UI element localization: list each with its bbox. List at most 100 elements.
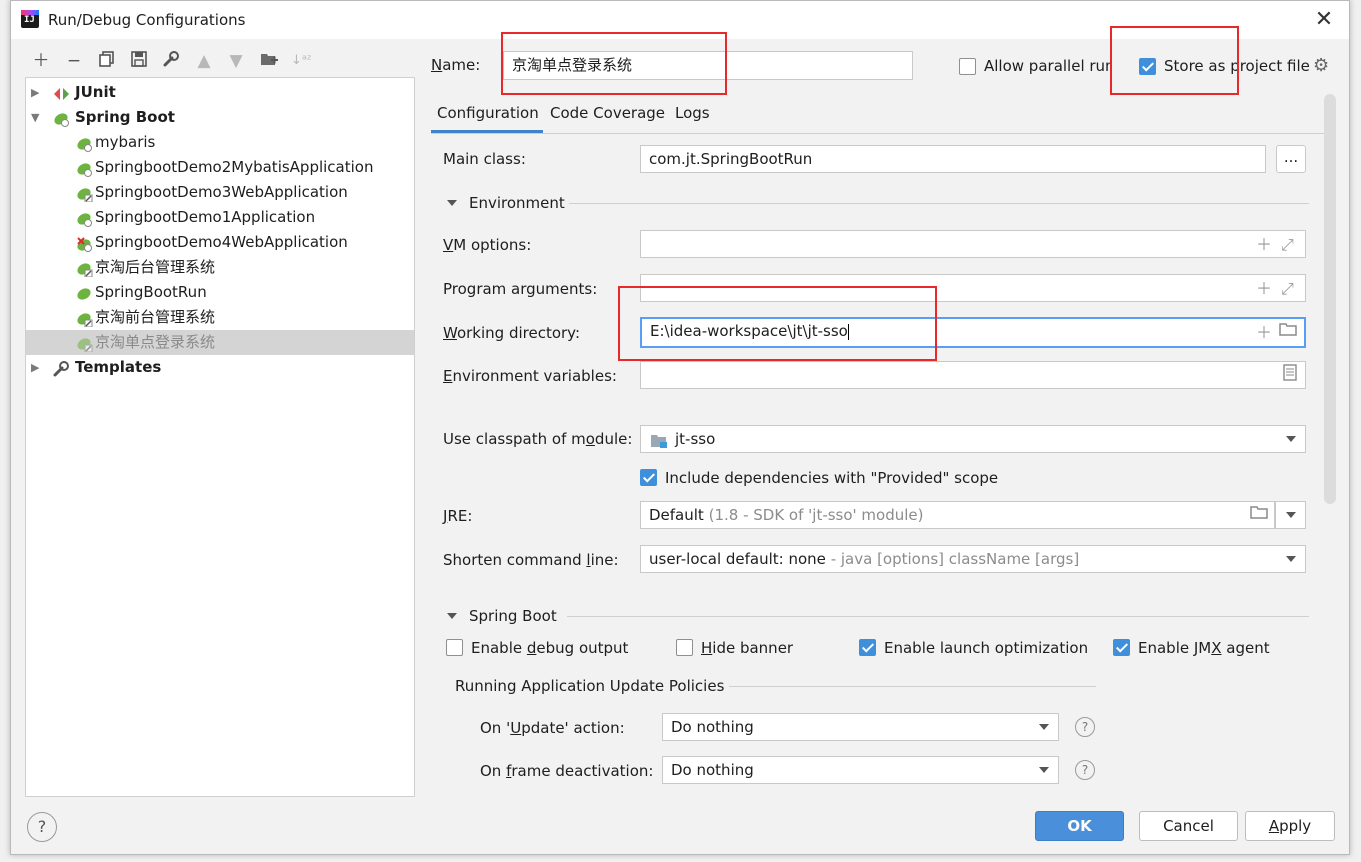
- tab-logs[interactable]: Logs: [675, 101, 710, 133]
- main-class-input[interactable]: com.jt.SpringBootRun: [640, 145, 1266, 173]
- help-icon[interactable]: ?: [1075, 717, 1095, 737]
- launch-optimization-label: Enable launch optimization: [884, 639, 1089, 657]
- vm-options-label: VM options:: [443, 236, 532, 254]
- classpath-value: jt-sso: [675, 430, 716, 448]
- run-debug-dialog: IJ Run/Debug Configurations ✕ ＋ − ▲ ▼ ↓ᵃ…: [10, 0, 1350, 855]
- update-action-label: On 'Update' action:: [480, 719, 625, 737]
- env-vars-input[interactable]: [640, 361, 1306, 389]
- tree-item-label: 京淘后台管理系统: [95, 258, 216, 276]
- update-action-select[interactable]: Do nothing: [662, 713, 1059, 741]
- tree-node-spring-boot[interactable]: ▼ Spring Boot: [26, 105, 414, 130]
- environment-section-title: Environment: [469, 194, 565, 212]
- jre-sub: (1.8 - SDK of 'jt-sso' module): [708, 506, 924, 524]
- apply-button[interactable]: Apply: [1245, 811, 1335, 841]
- tree-item[interactable]: SpringbootDemo2MybatisApplication: [26, 155, 414, 180]
- classpath-select[interactable]: jt-sso: [640, 425, 1306, 453]
- shorten-value: user-local default: none: [649, 550, 826, 568]
- expanded-arrow-icon[interactable]: ▼: [31, 105, 39, 130]
- collapsed-arrow-icon[interactable]: ▶: [31, 80, 39, 105]
- tree-item-label: SpringbootDemo3WebApplication: [95, 183, 348, 201]
- name-input[interactable]: 京淘单点登录系统: [503, 51, 913, 80]
- collapsed-arrow-icon[interactable]: ▶: [31, 355, 39, 380]
- tree-item-label: SpringBootRun: [95, 283, 207, 301]
- tab-configuration[interactable]: Configuration: [431, 101, 543, 133]
- tree-item[interactable]: SpringbootDemo1Application: [26, 205, 414, 230]
- tree-item[interactable]: 京淘后台管理系统: [26, 255, 414, 280]
- store-project-label: Store as project file: [1164, 57, 1310, 75]
- arrow-down-icon[interactable]: ▼: [226, 51, 246, 71]
- working-dir-input[interactable]: E:\idea-workspace\jt\jt-sso: [640, 317, 1306, 348]
- tree-node-templates[interactable]: ▶ Templates: [26, 355, 414, 380]
- shorten-select[interactable]: user-local default: none - java [options…: [640, 545, 1306, 573]
- jre-input[interactable]: Default (1.8 - SDK of 'jt-sso' module): [640, 501, 1275, 529]
- help-icon[interactable]: ?: [1075, 760, 1095, 780]
- add-icon[interactable]: ＋: [1256, 320, 1272, 346]
- jre-value: Default: [649, 506, 704, 524]
- document-icon[interactable]: [1283, 363, 1297, 389]
- cancel-button[interactable]: Cancel: [1139, 811, 1238, 841]
- tab-code-coverage[interactable]: Code Coverage: [550, 101, 665, 133]
- jmx-agent-label: Enable JMX agent: [1138, 639, 1270, 657]
- include-deps-checkbox[interactable]: [640, 469, 657, 486]
- debug-output-checkbox[interactable]: [446, 639, 463, 656]
- tree-item[interactable]: SpringbootDemo3WebApplication: [26, 180, 414, 205]
- tree-item[interactable]: SpringBootRun: [26, 280, 414, 305]
- tree-item[interactable]: 京淘前台管理系统: [26, 305, 414, 330]
- gear-icon[interactable]: ⚙: [1313, 55, 1329, 76]
- spring-config-icon: [76, 185, 93, 203]
- add-icon[interactable]: ＋: [31, 51, 51, 71]
- hide-banner-label: Hide banner: [701, 639, 794, 657]
- save-icon[interactable]: [129, 51, 149, 71]
- remove-icon[interactable]: −: [64, 51, 84, 71]
- tree-item[interactable]: SpringbootDemo4WebApplication: [26, 230, 414, 255]
- ok-button[interactable]: OK: [1035, 811, 1124, 841]
- expanded-arrow-icon[interactable]: [447, 200, 457, 206]
- folder-icon[interactable]: [1279, 319, 1297, 345]
- name-label: Name:: [431, 56, 481, 74]
- add-icon[interactable]: ＋: [1256, 276, 1272, 302]
- help-button[interactable]: ?: [27, 812, 57, 842]
- tree-item-label: 京淘单点登录系统: [95, 333, 216, 351]
- program-args-input[interactable]: [640, 274, 1306, 302]
- arrow-up-icon[interactable]: ▲: [194, 51, 214, 71]
- tree-item[interactable]: mybaris: [26, 130, 414, 155]
- jre-dropdown-button[interactable]: [1275, 501, 1306, 529]
- frame-deactivation-select[interactable]: Do nothing: [662, 756, 1059, 784]
- store-project-checkbox[interactable]: [1139, 58, 1156, 75]
- scrollbar[interactable]: [1324, 94, 1336, 504]
- spring-config-icon: [76, 260, 93, 278]
- browse-button[interactable]: ...: [1276, 145, 1306, 173]
- allow-parallel-checkbox[interactable]: [959, 58, 976, 75]
- folder-add-icon[interactable]: [259, 51, 279, 71]
- main-class-label: Main class:: [443, 150, 526, 168]
- tree-item-label: SpringbootDemo4WebApplication: [95, 233, 348, 251]
- shorten-label: Shorten command line:: [443, 551, 619, 569]
- expand-icon[interactable]: ⤢: [1281, 276, 1294, 302]
- copy-icon[interactable]: [97, 51, 117, 71]
- tree-item-label: SpringbootDemo2MybatisApplication: [95, 158, 374, 176]
- chevron-down-icon: [1286, 556, 1296, 562]
- launch-optimization-checkbox[interactable]: [859, 639, 876, 656]
- env-vars-label: Environment variables:: [443, 367, 617, 385]
- close-icon[interactable]: ✕: [1311, 7, 1337, 33]
- chevron-down-icon: [1286, 436, 1296, 442]
- wrench-icon[interactable]: [161, 51, 181, 71]
- jmx-agent-checkbox[interactable]: [1113, 639, 1130, 656]
- jre-label: JRE:: [443, 507, 473, 525]
- hide-banner-checkbox[interactable]: [676, 639, 693, 656]
- tree-item-label: SpringbootDemo1Application: [95, 208, 316, 226]
- spring-config-icon: [76, 335, 93, 353]
- add-icon[interactable]: ＋: [1256, 232, 1272, 258]
- tree-item-selected[interactable]: 京淘单点登录系统: [26, 330, 414, 355]
- background-ide-right: [1350, 0, 1361, 862]
- frame-deactivation-value: Do nothing: [671, 761, 754, 779]
- chevron-down-icon: [1039, 724, 1049, 730]
- expand-icon[interactable]: ⤢: [1281, 232, 1294, 258]
- spring-config-error-icon: [76, 235, 93, 252]
- tree-node-junit[interactable]: ▶ JUnit: [26, 80, 414, 105]
- intellij-logo-icon: IJ: [21, 10, 39, 28]
- expanded-arrow-icon[interactable]: [447, 613, 457, 619]
- vm-options-input[interactable]: [640, 230, 1306, 258]
- folder-icon[interactable]: [1250, 502, 1268, 528]
- sort-icon[interactable]: ↓ᵃᶻ: [291, 51, 312, 71]
